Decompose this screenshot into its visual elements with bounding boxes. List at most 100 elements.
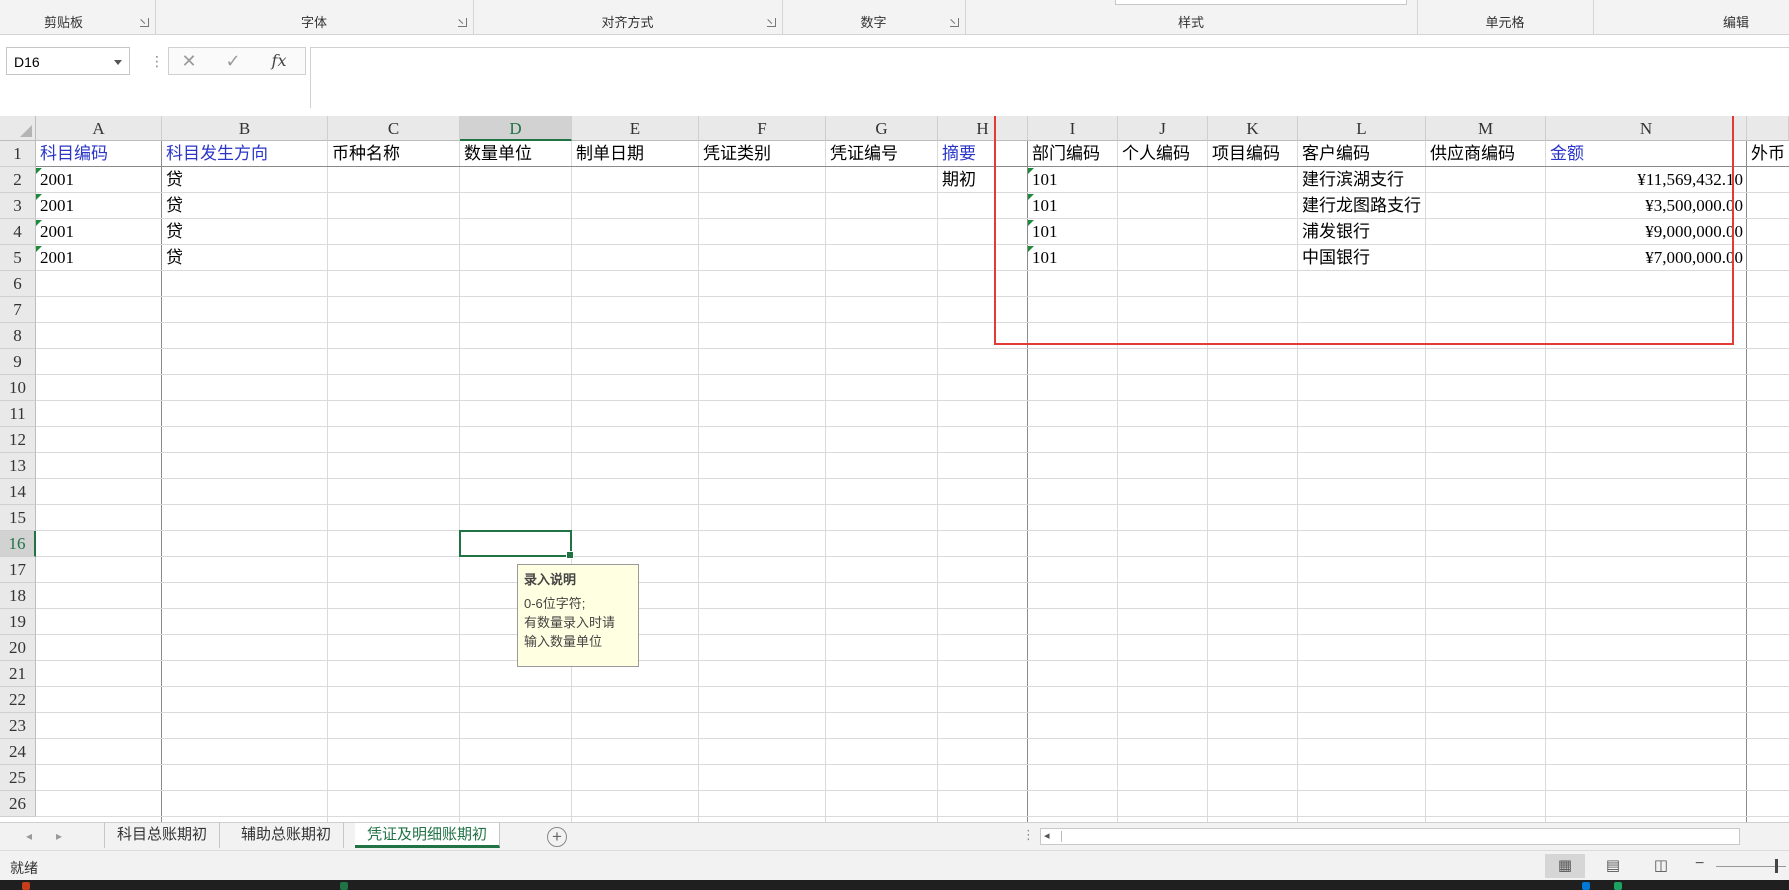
column-header-o[interactable] (1747, 116, 1789, 141)
data-cell-a-row-5[interactable]: 2001 (36, 245, 162, 271)
formula-bar-splitter[interactable]: ⋮ (150, 53, 164, 69)
insert-function-icon[interactable]: fx (259, 48, 299, 74)
row-header-22[interactable]: 22 (0, 687, 36, 713)
row-header-15[interactable]: 15 (0, 505, 36, 531)
scroll-left-icon[interactable]: ◂ (1044, 829, 1050, 844)
sheet-tab[interactable]: 科目总账期初 (104, 823, 221, 848)
row-header-23[interactable]: 23 (0, 713, 36, 739)
scroll-tabs-left-icon[interactable]: ◂ (26, 829, 32, 843)
enter-icon[interactable]: ✓ (213, 48, 253, 74)
header-cell-a[interactable]: 科目编码 (36, 141, 162, 167)
column-header-d[interactable]: D (460, 116, 572, 141)
row-header-18[interactable]: 18 (0, 583, 36, 609)
header-cell-c[interactable]: 币种名称 (328, 141, 460, 167)
column-header-f[interactable]: F (699, 116, 826, 141)
chevron-down-icon[interactable] (114, 60, 122, 65)
select-all-triangle-icon (20, 125, 32, 137)
column-header-b[interactable]: B (162, 116, 328, 141)
row-header-7[interactable]: 7 (0, 297, 36, 323)
active-cell-d16[interactable] (459, 530, 574, 559)
header-cell-e[interactable]: 制单日期 (572, 141, 699, 167)
data-cell-a-row-3[interactable]: 2001 (36, 193, 162, 219)
taskbar-app-icon[interactable] (22, 882, 30, 890)
gridline-horizontal (36, 790, 1789, 791)
scroll-tabs-right-icon[interactable]: ▸ (56, 829, 62, 843)
zoom-slider-thumb[interactable] (1775, 859, 1778, 873)
row-header-11[interactable]: 11 (0, 401, 36, 427)
header-cell-f[interactable]: 凭证类别 (699, 141, 826, 167)
gridline-horizontal (36, 738, 1789, 739)
row-header-14[interactable]: 14 (0, 479, 36, 505)
taskbar-tray-icon[interactable] (1582, 882, 1590, 890)
cancel-icon[interactable]: ✕ (169, 48, 209, 74)
data-cell-b-row-3[interactable]: 贷 (162, 193, 328, 219)
row-header-3[interactable]: 3 (0, 193, 36, 219)
ribbon-group-editing: 编辑 (1593, 0, 1789, 34)
row-header-5[interactable]: 5 (0, 245, 36, 271)
normal-view-icon[interactable]: ▦ (1545, 854, 1585, 878)
row-header-2[interactable]: 2 (0, 167, 36, 193)
row-header-19[interactable]: 19 (0, 609, 36, 635)
number-as-text-indicator-icon (36, 246, 42, 252)
row-header-16[interactable]: 16 (0, 531, 36, 557)
row-header-4[interactable]: 4 (0, 219, 36, 245)
column-header-a[interactable]: A (36, 116, 162, 141)
data-cell-a-row-2[interactable]: 2001 (36, 167, 162, 193)
fill-handle[interactable] (566, 551, 574, 559)
font-dialog-launcher-icon[interactable] (458, 18, 467, 27)
alignment-dialog-launcher-icon[interactable] (767, 18, 776, 27)
row-header-24[interactable]: 24 (0, 739, 36, 765)
formula-input[interactable] (310, 47, 1789, 108)
name-box[interactable]: D16 (6, 47, 130, 75)
gridline-horizontal (36, 530, 1789, 531)
sheet-tab[interactable]: 辅助总账期初 (229, 823, 345, 848)
gridline-horizontal (36, 348, 1789, 349)
row-header-17[interactable]: 17 (0, 557, 36, 583)
excel-taskbar-icon[interactable] (340, 882, 348, 890)
header-cell-g[interactable]: 凭证编号 (826, 141, 938, 167)
row-header-10[interactable]: 10 (0, 375, 36, 401)
select-all-button[interactable] (0, 116, 36, 141)
row-header-12[interactable]: 12 (0, 427, 36, 453)
zoom-out-icon[interactable]: − (1695, 855, 1704, 873)
ribbon-group-styles-label: 样式 (1177, 15, 1204, 30)
ribbon-group-font-label: 字体 (300, 15, 327, 30)
horizontal-scrollbar[interactable]: ◂ (1040, 828, 1740, 845)
column-header-g[interactable]: G (826, 116, 938, 141)
sheet-tab-active[interactable]: 凭证及明细账期初 (355, 823, 501, 848)
header-cell-o[interactable]: 外币 (1747, 141, 1789, 167)
page-layout-view-icon[interactable]: ▤ (1593, 854, 1633, 878)
page-break-preview-icon[interactable]: ◫ (1641, 854, 1681, 878)
row-header-8[interactable]: 8 (0, 323, 36, 349)
number-dialog-launcher-icon[interactable] (950, 18, 959, 27)
row-header-26[interactable]: 26 (0, 791, 36, 817)
column-header-c[interactable]: C (328, 116, 460, 141)
header-cell-d[interactable]: 数量单位 (460, 141, 572, 167)
number-as-text-indicator-icon (36, 194, 42, 200)
row-header-6[interactable]: 6 (0, 271, 36, 297)
column-header-e[interactable]: E (572, 116, 699, 141)
row-header-9[interactable]: 9 (0, 349, 36, 375)
tooltip-line: 输入数量单位 (524, 634, 603, 649)
data-cell-b-row-5[interactable]: 贷 (162, 245, 328, 271)
highlight-box (994, 116, 1734, 345)
data-cell-b-row-4[interactable]: 贷 (162, 219, 328, 245)
scrollbar-thumb[interactable] (1061, 831, 1076, 842)
add-sheet-icon[interactable]: + (547, 827, 567, 847)
tab-splitter[interactable]: ⋮ (1022, 827, 1035, 843)
header-cell-b[interactable]: 科目发生方向 (162, 141, 328, 167)
row-header-1[interactable]: 1 (0, 141, 36, 167)
data-cell-a-row-4[interactable]: 2001 (36, 219, 162, 245)
worksheet-grid[interactable]: A B C D E F G H I J K L M N 1 2 3 4 5 6 7 8 9 10 11 12 13 14 15 16 17 1… (0, 116, 1789, 822)
gridline-horizontal (36, 426, 1789, 427)
taskbar-tray-icon[interactable] (1614, 882, 1622, 890)
clipboard-dialog-launcher-icon[interactable] (140, 18, 149, 27)
gridline-horizontal (36, 634, 1789, 635)
gridline-horizontal (36, 504, 1789, 505)
row-header-20[interactable]: 20 (0, 635, 36, 661)
cell-styles-gallery[interactable] (1115, 0, 1407, 5)
row-header-13[interactable]: 13 (0, 453, 36, 479)
row-header-25[interactable]: 25 (0, 765, 36, 791)
row-header-21[interactable]: 21 (0, 661, 36, 687)
data-cell-b-row-2[interactable]: 贷 (162, 167, 328, 193)
